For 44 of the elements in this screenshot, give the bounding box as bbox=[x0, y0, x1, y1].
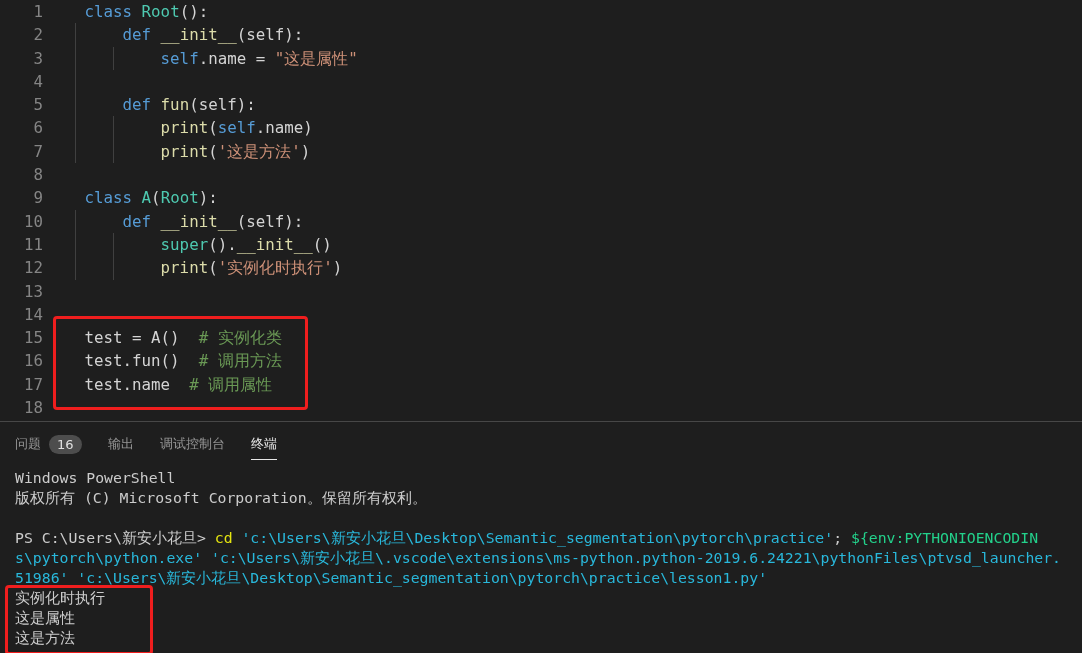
code-line: print('实例化时执行') bbox=[159, 258, 343, 278]
terminal-line: PS C:\Users\新安小花旦> cd 'c:\Users\新安小花旦\Desktop\Semantic_segmentation\pytorch\practice'; ${env:PYTHONIOENCODIN bbox=[15, 528, 1039, 548]
line-number: 7 bbox=[32, 140, 43, 163]
code-line: def __init__(self): bbox=[121, 211, 304, 231]
line-number: 12 bbox=[22, 257, 43, 280]
code-line: super().__init__() bbox=[159, 234, 332, 254]
code-line: class A(Root): bbox=[84, 188, 218, 208]
line-number: 16 bbox=[22, 350, 43, 373]
code-line: self.name = "这是属性" bbox=[159, 48, 358, 68]
code-line: print('这是方法') bbox=[159, 141, 311, 161]
code-line: test.name # 调用属性 bbox=[84, 374, 273, 394]
line-number: 4 bbox=[32, 70, 43, 93]
line-number: 17 bbox=[22, 373, 43, 396]
code-line: test.fun() # 调用方法 bbox=[84, 351, 282, 371]
line-number: 10 bbox=[22, 210, 43, 233]
code-line: def __init__(self): bbox=[121, 25, 304, 45]
line-number: 15 bbox=[22, 327, 43, 350]
terminal-line: 这是属性 bbox=[15, 608, 75, 628]
count-badge: 16 bbox=[49, 435, 82, 454]
line-number: 8 bbox=[32, 164, 43, 187]
code-line: class Root(): bbox=[84, 2, 209, 21]
code-line: def fun(self): bbox=[121, 95, 256, 115]
panel-tab[interactable]: 终端 bbox=[250, 429, 277, 460]
code-line: print(self.name) bbox=[159, 118, 313, 138]
line-number: 1 bbox=[32, 1, 43, 23]
line-number: 3 bbox=[32, 47, 43, 70]
terminal-line: 51986' 'c:\Users\新安小花旦\Desktop\Semantic_segmentation\pytorch\practice\lesson1.py' bbox=[15, 568, 768, 588]
code-line: test = A() # 实例化类 bbox=[84, 328, 282, 348]
panel-tab[interactable]: 调试控制台 bbox=[159, 429, 225, 460]
line-number: 13 bbox=[22, 280, 43, 303]
terminal-line: Windows PowerShell bbox=[15, 468, 176, 488]
terminal-line: s\pytorch\python.exe' 'c:\Users\新安小花旦\.vscode\extensions\ms-python.python-2019.6.24221\pythonFiles\ptvsd_launcher. bbox=[15, 548, 1062, 568]
line-number: 18 bbox=[22, 397, 43, 420]
terminal-line: 版权所有 (C) Microsoft Corporation。保留所有权利。 bbox=[15, 488, 427, 508]
line-number: 14 bbox=[22, 303, 43, 326]
panel-tab[interactable]: 输出 bbox=[107, 429, 134, 460]
terminal-line: 实例化时执行 bbox=[15, 588, 105, 608]
line-number: 6 bbox=[32, 117, 43, 140]
line-number: 5 bbox=[32, 94, 43, 117]
panel-tab[interactable]: 问题 bbox=[15, 429, 41, 460]
terminal-line: 这是方法 bbox=[15, 628, 75, 648]
line-number: 9 bbox=[32, 187, 43, 210]
line-number: 11 bbox=[22, 233, 43, 256]
line-number: 2 bbox=[32, 24, 43, 47]
